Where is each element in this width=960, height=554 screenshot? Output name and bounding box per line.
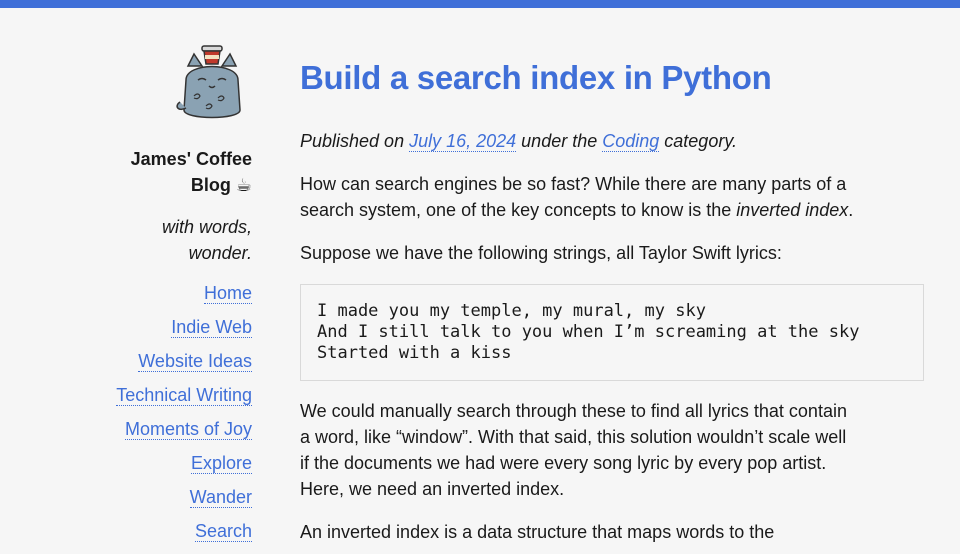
nav-item-website-ideas: Website Ideas [100, 350, 252, 384]
nav-link-explore[interactable]: Explore [190, 453, 252, 474]
top-accent-bar [0, 0, 960, 8]
meta-middle: under the [516, 131, 603, 151]
nav-link-wander[interactable]: Wander [189, 487, 252, 508]
paragraph-intro-emphasis: inverted index [736, 200, 849, 220]
nav-item-explore: Explore [100, 452, 252, 486]
nav-link-indie-web[interactable]: Indie Web [171, 317, 252, 338]
paragraph-lyrics-intro: Suppose we have the following strings, a… [300, 243, 782, 263]
nav-item-technical-writing: Technical Writing [100, 384, 252, 418]
paragraph-intro-end: . [848, 200, 854, 220]
sidebar-nav: Home Indie Web Website Ideas Technical W… [100, 282, 252, 554]
nav-item-wander: Wander [100, 486, 252, 520]
post-category-link[interactable]: Coding [602, 131, 660, 152]
sidebar: James' Coffee Blog ☕ with words, wonder.… [100, 40, 252, 554]
site-title[interactable]: James' Coffee Blog ☕ [100, 146, 252, 198]
paragraph-inverted-index: An inverted index is a data structure th… [300, 522, 775, 542]
site-tagline: with words, wonder. [161, 217, 252, 263]
main-content: Build a search index in Python Published… [300, 56, 924, 545]
code-block: I made you my temple, my mural, my sky A… [300, 284, 924, 381]
post-date-link[interactable]: July 16, 2024 [409, 131, 517, 152]
paragraph-intro: How can search engines be so fast? While… [300, 171, 860, 223]
meta-prefix: Published on [300, 131, 410, 151]
nav-item-indie-web: Indie Web [100, 316, 252, 350]
nav-link-search[interactable]: Search [194, 521, 252, 542]
nav-link-home[interactable]: Home [203, 283, 252, 304]
nav-link-technical-writing[interactable]: Technical Writing [116, 385, 252, 406]
nav-item-search: Search [100, 520, 252, 554]
nav-item-home: Home [100, 282, 252, 316]
post-title: Build a search index in Python [300, 59, 772, 96]
meta-suffix: category. [659, 131, 737, 151]
nav-link-moments-of-joy[interactable]: Moments of Joy [124, 419, 252, 440]
cat-with-coffee-icon [176, 45, 241, 119]
nav-link-website-ideas[interactable]: Website Ideas [138, 351, 252, 372]
nav-item-moments-of-joy: Moments of Joy [100, 418, 252, 452]
paragraph-manual-search: We could manually search through these t… [300, 401, 847, 499]
post-meta: Published on July 16, 2024 under the Cod… [300, 128, 924, 154]
